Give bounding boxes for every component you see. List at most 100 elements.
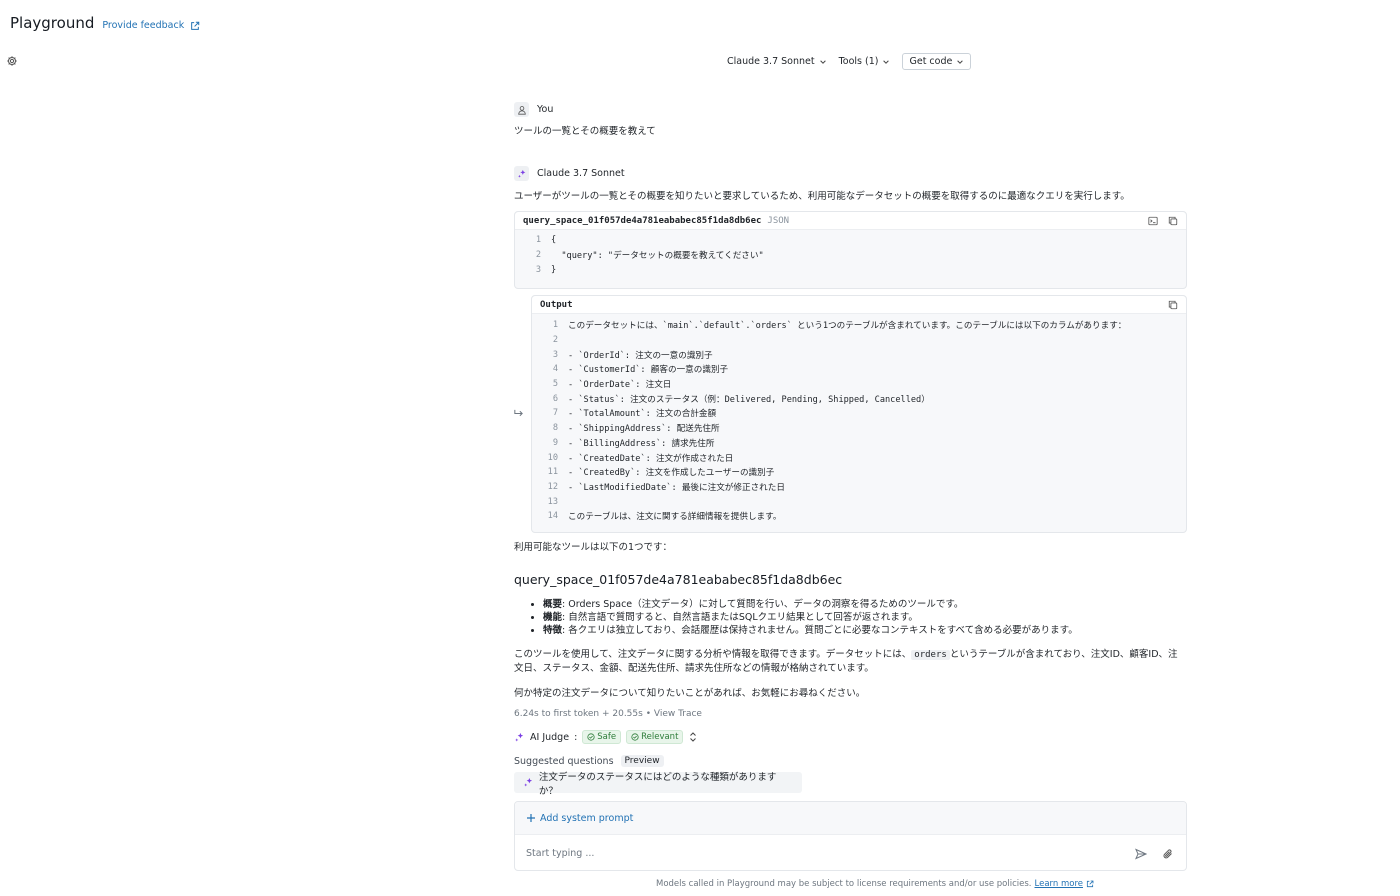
tool-call-header: query_space_01f057de4a781eababec85f1da8d… [515, 212, 1186, 230]
provide-feedback-link[interactable]: Provide feedback [102, 20, 200, 31]
chevron-down-icon [883, 59, 890, 64]
list-item: 機能: 自然言語で質問すると、自然言語またはSQLクエリ結果として回答が返されま… [543, 611, 1187, 624]
model-selector-label: Claude 3.7 Sonnet [727, 56, 815, 67]
line-number: 2 [535, 250, 541, 261]
code-line: 9 - `BillingAddress`: 請求先住所 [532, 436, 1186, 451]
bullet-text: : 自然言語で質問すると、自然言語またはSQLクエリ結果として回答が返されます。 [562, 612, 918, 623]
copy-icon[interactable] [1168, 216, 1178, 226]
tool-call-block: query_space_01f057de4a781eababec85f1da8d… [514, 211, 1187, 289]
terminal-icon[interactable] [1148, 216, 1158, 226]
sparkle-icon [524, 777, 533, 787]
answer-paragraph-2: 何か特定の注文データについて知りたいことがあれば、お気軽にお尋ねください。 [514, 688, 866, 699]
user-message: ツールの一覧とその概要を教えて [514, 126, 656, 137]
timing-text: 6.24s to first token + 20.55s [514, 709, 643, 719]
suggested-question-chip[interactable]: 注文データのステータスにはどのような種類がありますか？ [514, 772, 802, 797]
code-line: 13 [532, 494, 1186, 509]
model-selector[interactable]: Claude 3.7 Sonnet [727, 56, 827, 67]
ai-judge-label: AI Judge [530, 731, 570, 743]
line-text: - `LastModifiedDate`: 最後に注文が修正された日 [568, 482, 785, 493]
available-tools-text: 利用可能なツールは以下の1つです： [514, 542, 673, 553]
line-text: - `CustomerId`: 顧客の一意の識別子 [568, 365, 729, 376]
line-number: 13 [547, 496, 558, 507]
bullet-label: 特徴 [543, 625, 563, 636]
relevant-badge: Relevant [626, 730, 684, 744]
code-line: 4 - `CustomerId`: 顧客の一意の識別子 [532, 362, 1186, 377]
gear-icon[interactable] [6, 55, 18, 67]
ai-judge-row: AI Judge : Safe Relevant [514, 730, 1187, 744]
line-number: 7 [552, 408, 558, 419]
user-role-label: You [537, 104, 554, 115]
chat-input-panel: Add system prompt [514, 801, 1187, 871]
tools-selector-label: Tools (1) [838, 56, 879, 67]
check-circle-icon [587, 733, 595, 741]
list-item: 概要: Orders Space（注文データ）に対して質問を行い、データの洞察を… [543, 598, 1187, 611]
bullet-text: : Orders Space（注文データ）に対して質問を行い、データの洞察を得る… [562, 599, 964, 610]
tool-output-code: 1 このデータセットには、`main`.`default`.`orders` とい… [532, 314, 1186, 524]
line-text: - `TotalAmount`: 注文の合計金額 [568, 409, 717, 420]
add-system-prompt-button[interactable]: Add system prompt [515, 802, 1186, 835]
copy-icon[interactable] [1168, 300, 1178, 310]
line-number: 12 [547, 481, 558, 492]
code-line: 1{ [515, 233, 1186, 248]
code-line: 10 - `CreatedDate`: 注文が作成された日 [532, 450, 1186, 465]
tool-call-code: 1{ 2 "query": "データセットの概要を教えてください" 3} [515, 230, 1186, 277]
chevron-down-icon [819, 59, 826, 64]
expand-toggle-icon[interactable] [688, 731, 698, 743]
code-line: 8 - `ShippingAddress`: 配送先住所 [532, 421, 1186, 436]
line-number: 3 [535, 264, 541, 275]
tools-selector[interactable]: Tools (1) [839, 56, 891, 67]
check-circle-icon [631, 733, 639, 741]
preview-tag: Preview [620, 755, 664, 767]
suggested-questions-label: Suggested questions [514, 755, 614, 767]
suggested-questions-row: Suggested questions Preview [514, 755, 1187, 767]
code-line: 11 - `CreatedBy`: 注文を作成したユーザーの識別子 [532, 465, 1186, 480]
tool-output-label: Output [540, 299, 573, 310]
chat-input[interactable] [526, 848, 1116, 859]
attach-button[interactable] [1161, 847, 1175, 861]
assistant-intro: ユーザーがツールの一覧とその概要を知りたいと要求しているため、利用可能なデータセ… [514, 191, 1130, 202]
tool-output-header: Output [532, 296, 1186, 314]
sparkle-icon [515, 732, 524, 742]
send-icon [1135, 848, 1147, 860]
tool-call-lang: JSON [767, 215, 790, 226]
line-text: - `OrderId`: 注文の一意の識別子 [568, 350, 713, 361]
bullet-label: 概要 [543, 599, 563, 610]
timing-row: 6.24s to first token + 20.55s • View Tra… [514, 709, 1187, 719]
line-text: - `ShippingAddress`: 配送先住所 [568, 424, 720, 435]
provide-feedback-label: Provide feedback [102, 20, 185, 31]
external-link-icon [1086, 880, 1094, 888]
return-arrow-icon [514, 409, 523, 417]
assistant-avatar [514, 166, 529, 181]
ai-judge-colon: : [574, 731, 578, 743]
line-text: } [551, 264, 557, 275]
code-line: 1 このデータセットには、`main`.`default`.`orders` とい… [532, 318, 1186, 333]
line-text: - `OrderDate`: 注文日 [568, 380, 672, 391]
send-button[interactable] [1134, 847, 1148, 861]
footer-text: Models called in Playground may be subje… [656, 879, 1032, 889]
page-header: Playground Provide feedback [10, 14, 200, 32]
inline-code: orders [911, 650, 950, 660]
code-line: 3} [515, 262, 1186, 277]
line-number: 1 [535, 235, 541, 246]
assistant-role-row: Claude 3.7 Sonnet [514, 166, 1187, 181]
relevant-badge-label: Relevant [641, 732, 679, 742]
code-line: 12 - `LastModifiedDate`: 最後に注文が修正された日 [532, 480, 1186, 495]
plus-icon [527, 814, 535, 822]
user-avatar [514, 102, 529, 117]
user-role-row: You [514, 102, 1187, 117]
bullet-text: : 各クエリは独立しており、会話履歴は保持されません。質問ごとに必要なコンテキス… [562, 625, 1078, 636]
code-line: 6 - `Status`: 注文のステータス（例：Delivered, Pendi… [532, 391, 1186, 406]
view-trace-link[interactable]: View Trace [654, 709, 702, 719]
learn-more-link[interactable]: Learn more [1035, 879, 1083, 889]
line-number: 6 [552, 393, 558, 404]
chevron-down-icon [957, 59, 964, 64]
line-number: 2 [552, 335, 558, 346]
line-number: 11 [547, 467, 558, 478]
suggested-question-text: 注文データのステータスにはどのような種類がありますか？ [538, 771, 777, 797]
line-text: - `BillingAddress`: 請求先住所 [568, 438, 715, 449]
code-line: 7 - `TotalAmount`: 注文の合計金額 [532, 406, 1186, 421]
get-code-button[interactable]: Get code [902, 53, 972, 70]
footer-notice: Models called in Playground may be subje… [656, 879, 1094, 889]
line-number: 3 [552, 349, 558, 360]
line-number: 5 [552, 379, 558, 390]
